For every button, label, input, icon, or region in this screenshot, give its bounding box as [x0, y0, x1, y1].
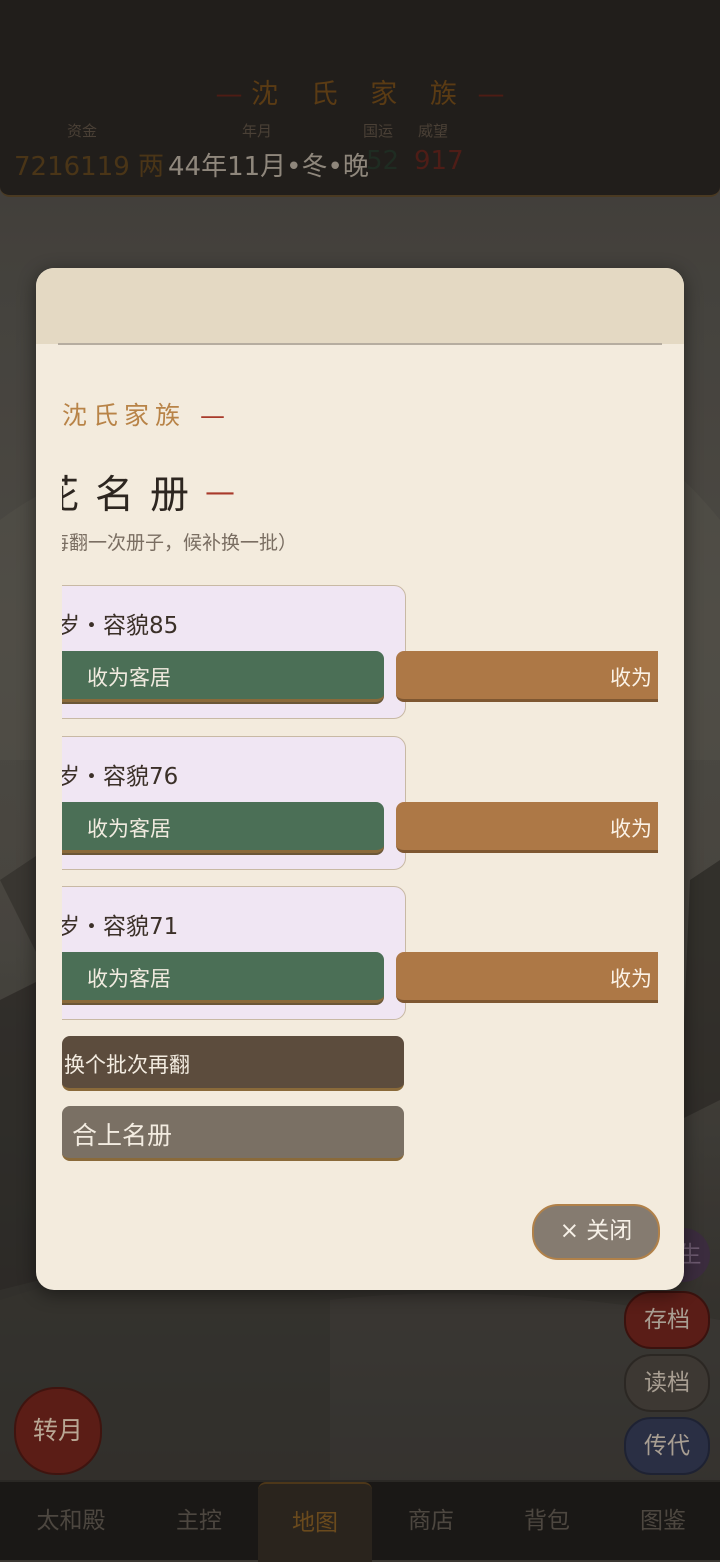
load-button[interactable]: 读档 — [624, 1354, 710, 1412]
candidate-info: 岁・容貌76 — [62, 764, 179, 790]
fortune-label: 国运 — [363, 122, 394, 140]
candidate-info: 岁・容貌85 — [62, 613, 179, 639]
fortune-value: 52 — [366, 146, 400, 176]
funds-value: 7216119 两 — [14, 152, 165, 182]
tab-main-control[interactable]: 主控 — [142, 1482, 256, 1560]
next-month-button[interactable]: 转月 — [14, 1387, 102, 1475]
tab-catalog[interactable]: 图鉴 — [606, 1482, 720, 1560]
accept-other-button[interactable]: 收为 — [396, 952, 658, 1003]
close-button[interactable]: × 关闭 — [532, 1204, 660, 1260]
tab-shop[interactable]: 商店 — [374, 1482, 488, 1560]
modal-divider — [58, 343, 662, 345]
tab-backpack[interactable]: 背包 — [490, 1482, 604, 1560]
pass-on-button[interactable]: 传代 — [624, 1417, 710, 1475]
accept-guest-button[interactable]: 收为客居 — [62, 651, 384, 702]
modal-family-label: 沈氏家族 — — [62, 401, 225, 430]
tab-map[interactable]: 地图 — [258, 1482, 372, 1562]
save-button[interactable]: 存档 — [624, 1291, 710, 1349]
header-bar: — 沈 氏 家 族 — 资金 7216119 两 年月 44年11月•冬•晚 国… — [0, 0, 720, 197]
accept-other-button[interactable]: 收为 — [396, 802, 658, 853]
accept-guest-button[interactable]: 收为客居 — [62, 802, 384, 853]
modal-subtitle: 每翻一次册子，候补换一批） — [62, 532, 298, 554]
accept-guest-button[interactable]: 收为客居 — [62, 952, 384, 1003]
roster-modal: 沈氏家族 — 花名册— 每翻一次册子，候补换一批） 岁・容貌85 收为客居 收为… — [36, 268, 684, 1290]
date-value: 44年11月•冬•晚 — [168, 152, 369, 182]
family-title: — 沈 氏 家 族 — — [215, 79, 505, 110]
prestige-value: 917 — [414, 146, 464, 176]
funds-label: 资金 — [67, 122, 98, 140]
accept-other-button[interactable]: 收为 — [396, 651, 658, 702]
modal-title: 花名册— — [62, 473, 236, 518]
prestige-label: 威望 — [418, 122, 449, 140]
bottom-nav: 太和殿 主控 地图 商店 背包 图鉴 — [0, 1482, 720, 1562]
date-label: 年月 — [242, 122, 273, 140]
modal-header — [36, 268, 684, 344]
close-book-button[interactable]: 合上名册 — [62, 1106, 404, 1161]
tab-taihe-hall[interactable]: 太和殿 — [14, 1482, 128, 1560]
candidate-info: 岁・容貌71 — [62, 914, 179, 940]
refresh-batch-button[interactable]: 换个批次再翻 — [62, 1036, 404, 1091]
